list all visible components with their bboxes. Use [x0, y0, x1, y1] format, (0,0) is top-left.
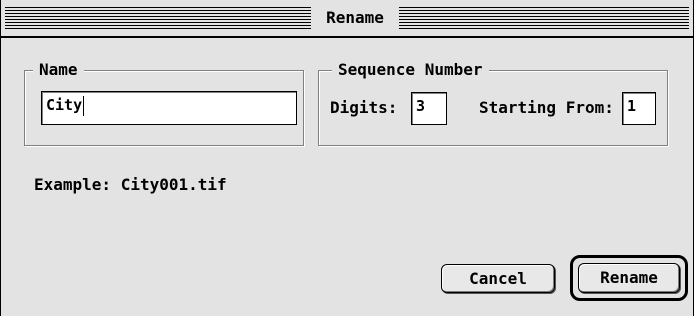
name-field[interactable]: City [41, 91, 297, 125]
text-caret [83, 95, 85, 116]
name-field-value: City [46, 96, 83, 114]
default-button-ring: Rename [570, 255, 688, 301]
rename-button[interactable]: Rename [578, 263, 680, 293]
rename-dialog: Rename Name City Sequence Number Digits:… [0, 0, 694, 316]
starting-from-field[interactable]: 1 [622, 92, 656, 125]
title-bar-stripes-right [399, 7, 689, 29]
digits-label: Digits: [330, 98, 398, 117]
digits-field[interactable]: 3 [411, 92, 447, 125]
title-bar-stripes-left [5, 7, 311, 29]
starting-from-label: Starting From: [479, 98, 614, 117]
sequence-number-group-label: Sequence Number [332, 60, 489, 80]
name-group-label: Name [33, 60, 84, 80]
name-group: Name City [24, 60, 304, 146]
dialog-title: Rename [313, 5, 397, 31]
cancel-button[interactable]: Cancel [441, 264, 555, 293]
sequence-number-group: Sequence Number Digits: 3 Starting From:… [318, 60, 668, 146]
example-filename: Example: City001.tif [34, 175, 227, 194]
title-bar[interactable]: Rename [1, 0, 693, 38]
